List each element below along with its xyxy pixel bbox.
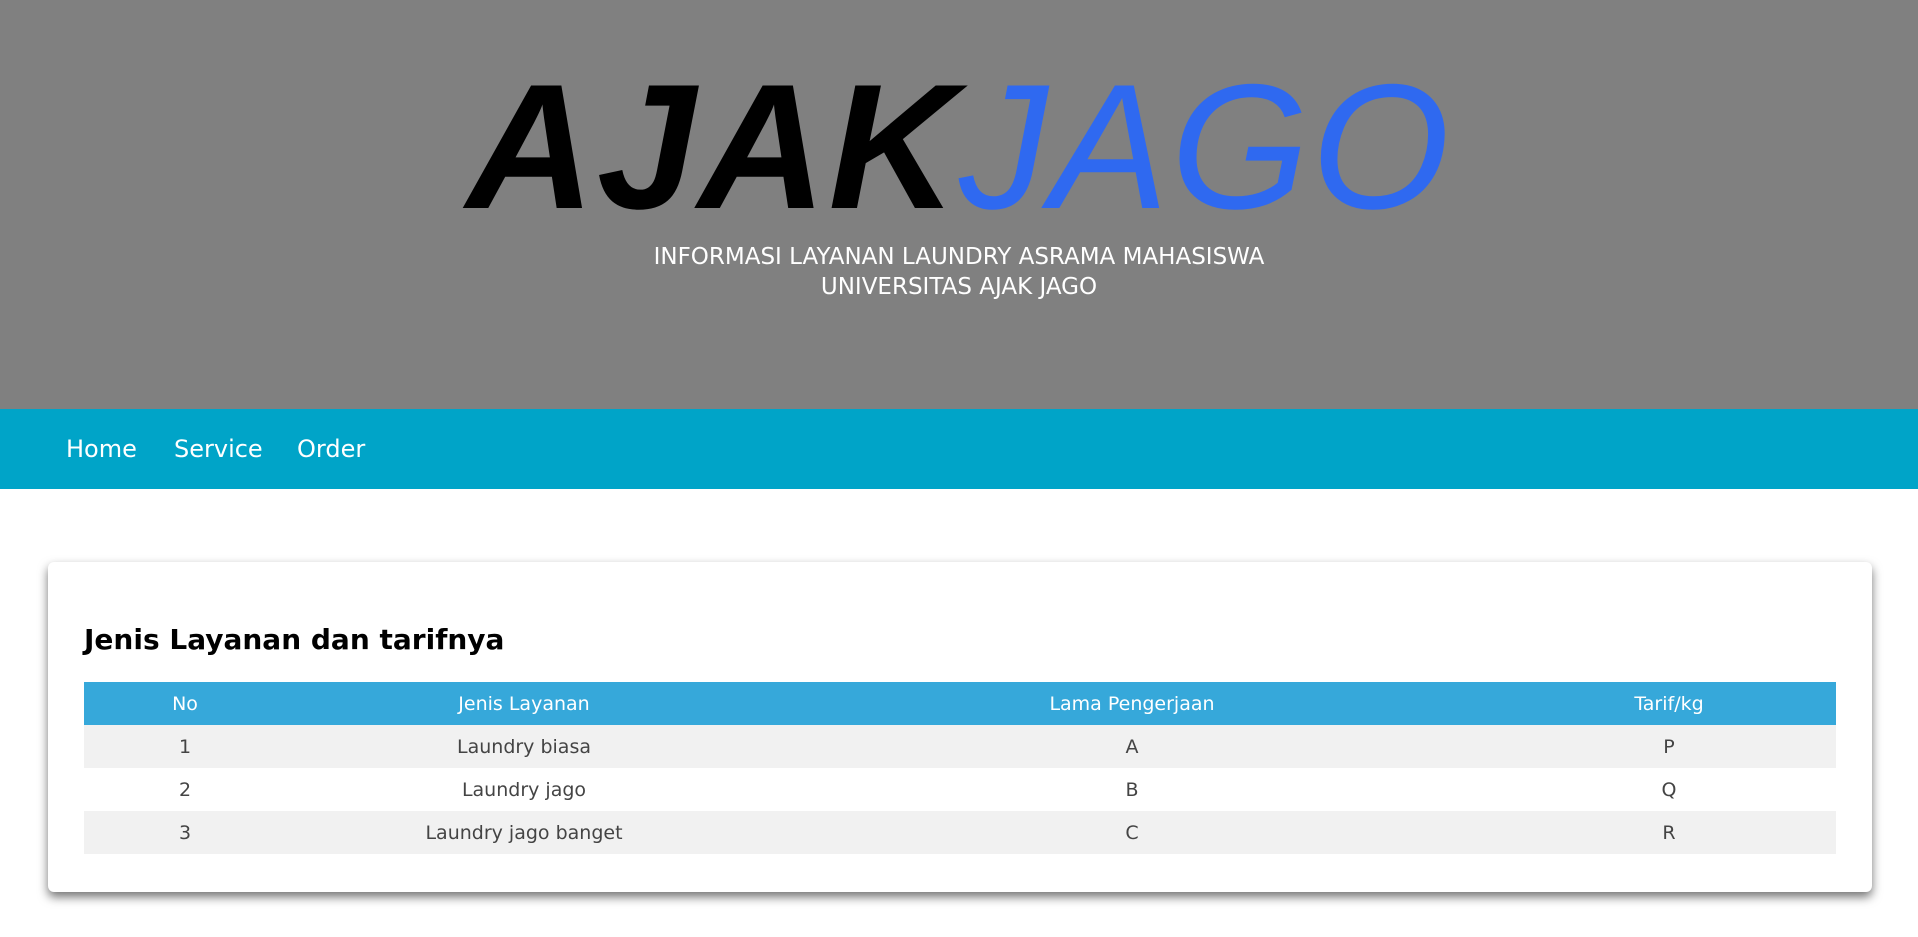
cell-service-type: Laundry jago — [286, 768, 762, 811]
nav-item-home[interactable]: Home — [66, 409, 137, 489]
column-header-rate: Tarif/kg — [1502, 682, 1836, 725]
column-header-duration: Lama Pengerjaan — [762, 682, 1502, 725]
subtitle-line-2: UNIVERSITAS AJAK JAGO — [820, 274, 1098, 300]
table-row: 3 Laundry jago banget C R — [84, 811, 1836, 854]
main-navbar: Home Service Order — [0, 409, 1918, 489]
services-table: No Jenis Layanan Lama Pengerjaan Tarif/k… — [84, 682, 1836, 854]
cell-no: 2 — [84, 768, 286, 811]
nav-item-order[interactable]: Order — [297, 409, 365, 489]
cell-no: 1 — [84, 725, 286, 768]
logo-word-bold: AJAK — [466, 47, 959, 246]
site-header: AJAKJAGO INFORMASI LAYANAN LAUNDRY ASRAM… — [0, 0, 1918, 409]
column-header-service-type: Jenis Layanan — [286, 682, 762, 725]
cell-duration: B — [762, 768, 1502, 811]
table-row: 2 Laundry jago B Q — [84, 768, 1836, 811]
nav-item-service[interactable]: Service — [174, 409, 263, 489]
cell-no: 3 — [84, 811, 286, 854]
cell-duration: A — [762, 725, 1502, 768]
site-subtitle: INFORMASI LAYANAN LAUNDRY ASRAMA MAHASIS… — [0, 242, 1918, 302]
cell-rate: R — [1502, 811, 1836, 854]
table-header-row: No Jenis Layanan Lama Pengerjaan Tarif/k… — [84, 682, 1836, 725]
cell-service-type: Laundry jago banget — [286, 811, 762, 854]
logo-word-light: JAGO — [959, 47, 1452, 246]
services-card: Jenis Layanan dan tarifnya No Jenis Laya… — [48, 562, 1872, 892]
services-title: Jenis Layanan dan tarifnya — [84, 623, 505, 656]
column-header-no: No — [84, 682, 286, 725]
cell-rate: Q — [1502, 768, 1836, 811]
cell-service-type: Laundry biasa — [286, 725, 762, 768]
subtitle-line-1: INFORMASI LAYANAN LAUNDRY ASRAMA MAHASIS… — [653, 244, 1265, 270]
site-logo: AJAKJAGO — [0, 58, 1918, 236]
cell-duration: C — [762, 811, 1502, 854]
cell-rate: P — [1502, 725, 1836, 768]
table-row: 1 Laundry biasa A P — [84, 725, 1836, 768]
